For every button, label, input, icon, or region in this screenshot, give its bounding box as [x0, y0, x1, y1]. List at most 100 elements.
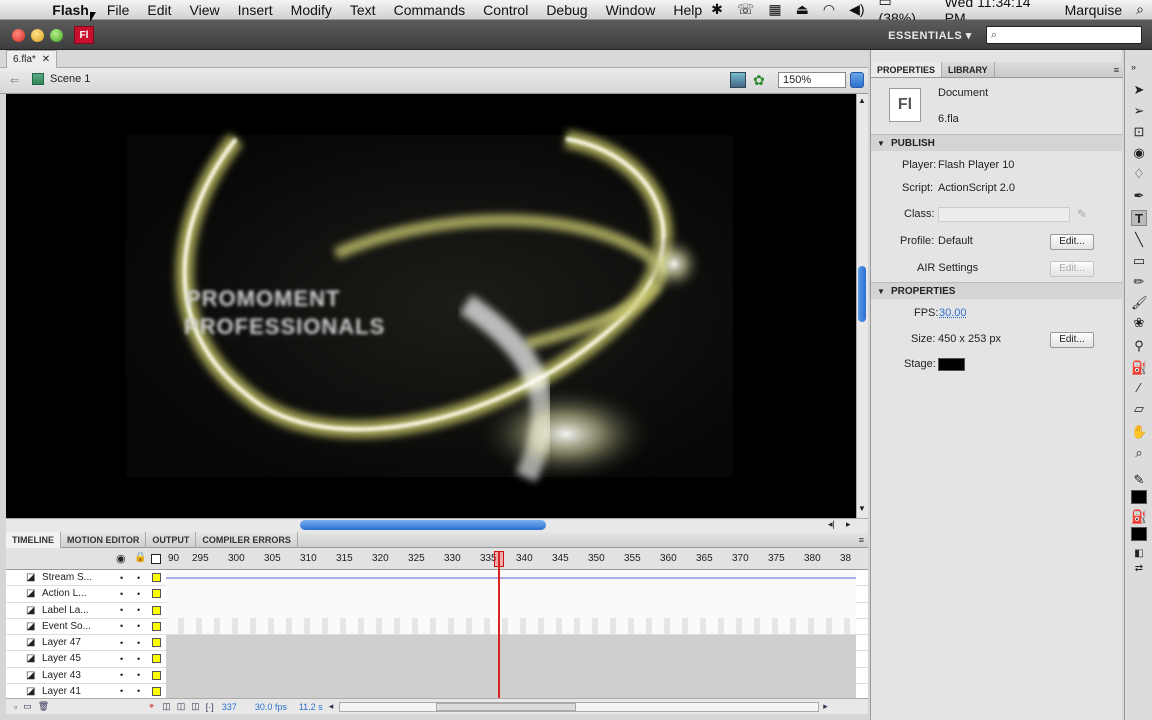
- tab-timeline[interactable]: TIMELINE: [6, 531, 61, 548]
- layer-row[interactable]: ◪ Label La... • •: [6, 602, 868, 619]
- outline-color-swatch[interactable]: [152, 686, 161, 696]
- menu-text[interactable]: Text: [341, 2, 385, 18]
- layer-name[interactable]: Event So...: [42, 621, 91, 632]
- menu-help[interactable]: Help: [664, 2, 711, 18]
- lock-dot[interactable]: •: [137, 573, 140, 583]
- close-tab-icon[interactable]: ✕: [42, 54, 50, 65]
- layer-name[interactable]: Layer 43: [42, 670, 81, 681]
- size-edit-button[interactable]: Edit...: [1050, 332, 1094, 348]
- scroll-left-icon[interactable]: ◂|: [828, 519, 835, 530]
- eyedropper-icon[interactable]: ⁄: [1131, 380, 1147, 396]
- stage-area[interactable]: PROMOMENT PROFESSIONALS: [6, 94, 856, 518]
- scroll-down-icon[interactable]: ▼: [858, 504, 866, 513]
- layer-frames[interactable]: [166, 618, 856, 635]
- current-frame[interactable]: 337: [222, 702, 237, 712]
- selection-icon[interactable]: ➤: [1131, 82, 1147, 98]
- layer-name[interactable]: Stream S...: [42, 572, 92, 583]
- layer-row[interactable]: ◪ Layer 43 • •: [6, 667, 868, 684]
- properties-section-header[interactable]: ▼ PROPERTIES: [871, 282, 1123, 299]
- eraser-icon[interactable]: ▱: [1131, 401, 1147, 417]
- layer-frames[interactable]: [166, 667, 856, 684]
- deco-icon[interactable]: ❀: [1131, 315, 1147, 331]
- layer-name[interactable]: Layer 41: [42, 686, 81, 697]
- wifi-icon[interactable]: ◠: [823, 1, 835, 18]
- lock-dot[interactable]: •: [137, 670, 140, 680]
- menu-modify[interactable]: Modify: [282, 2, 341, 18]
- menu-file[interactable]: File: [98, 2, 139, 18]
- phone-icon[interactable]: ☏: [737, 1, 755, 18]
- layer-frames[interactable]: [166, 650, 856, 667]
- show-hide-all-icon[interactable]: ◉: [116, 552, 126, 565]
- lock-dot[interactable]: •: [137, 686, 140, 696]
- layer-name[interactable]: Layer 45: [42, 653, 81, 664]
- edit-class-pencil-icon[interactable]: ✎: [1077, 207, 1087, 221]
- layer-frames[interactable]: [166, 683, 856, 700]
- layer-frames[interactable]: [166, 602, 856, 619]
- menu-view[interactable]: View: [181, 2, 229, 18]
- tab-library[interactable]: LIBRARY: [942, 62, 995, 77]
- fill-color-swatch[interactable]: [1131, 527, 1147, 541]
- zoom-dropdown-button[interactable]: [850, 72, 864, 88]
- zoom-icon[interactable]: ⌕: [1131, 445, 1147, 461]
- timeline-horizontal-scrollbar[interactable]: [339, 701, 820, 712]
- swap-colors-icon[interactable]: ⇄: [1131, 561, 1147, 577]
- frame-rate[interactable]: 30.0 fps: [255, 702, 287, 712]
- stage-vertical-scroll-thumb[interactable]: [858, 266, 866, 322]
- menu-edit[interactable]: Edit: [138, 2, 180, 18]
- pen-icon[interactable]: ✒: [1131, 188, 1147, 204]
- panel-menu-icon[interactable]: »: [1131, 62, 1136, 72]
- app-grid-icon[interactable]: ▦: [768, 1, 781, 18]
- text-icon[interactable]: T: [1131, 210, 1147, 226]
- timeline-scroll-thumb[interactable]: [436, 702, 577, 711]
- line-icon[interactable]: ╲: [1131, 232, 1147, 248]
- visibility-dot[interactable]: •: [120, 621, 123, 631]
- help-search-input[interactable]: ⌕: [986, 26, 1142, 44]
- layer-row[interactable]: ◪ Layer 45 • •: [6, 650, 868, 668]
- close-window-button[interactable]: [12, 29, 25, 42]
- tab-output[interactable]: OUTPUT: [146, 531, 197, 548]
- stage-horizontal-scroll-thumb[interactable]: [300, 520, 546, 530]
- center-frame-icon[interactable]: ⌖: [149, 701, 154, 712]
- menu-window[interactable]: Window: [597, 2, 665, 18]
- layer-frames[interactable]: [166, 569, 856, 586]
- layer-frames[interactable]: [166, 634, 856, 651]
- black-white-icon[interactable]: ◧: [1131, 546, 1147, 562]
- fps-value[interactable]: 30.00: [939, 307, 1152, 319]
- new-layer-icon[interactable]: ▫: [14, 702, 17, 712]
- menu-debug[interactable]: Debug: [537, 2, 596, 18]
- new-folder-icon[interactable]: ▭: [23, 701, 32, 712]
- profile-edit-button[interactable]: Edit...: [1050, 234, 1094, 250]
- subselection-icon[interactable]: ➢: [1131, 103, 1147, 119]
- layer-name[interactable]: Label La...: [42, 605, 89, 616]
- back-arrow-icon[interactable]: ⇐: [10, 74, 19, 87]
- visibility-dot[interactable]: •: [120, 589, 123, 599]
- outline-color-swatch[interactable]: [152, 670, 161, 680]
- stage-color-swatch[interactable]: [938, 358, 965, 371]
- rectangle-icon[interactable]: ▭: [1131, 253, 1147, 269]
- layer-row[interactable]: ◪ Action L... • •: [6, 585, 868, 603]
- layer-row[interactable]: ◪ Stream S... • •: [6, 569, 868, 587]
- layer-frames[interactable]: [166, 585, 856, 602]
- spotlight-search-icon[interactable]: ⌕: [1136, 1, 1144, 18]
- delete-layer-icon[interactable]: 🗑: [38, 701, 49, 712]
- bone-icon[interactable]: ⚲: [1131, 338, 1147, 354]
- scroll-up-icon[interactable]: ▲: [858, 96, 866, 105]
- modify-markers-icon[interactable]: [·]: [206, 702, 214, 712]
- hand-icon[interactable]: ✋: [1131, 424, 1147, 440]
- onion-outlines-icon[interactable]: ◫: [177, 701, 186, 712]
- brush-icon[interactable]: 🖌: [1131, 295, 1148, 311]
- lock-dot[interactable]: •: [137, 589, 140, 599]
- visibility-dot[interactable]: •: [120, 638, 123, 648]
- minimize-window-button[interactable]: [31, 29, 44, 42]
- visibility-dot[interactable]: •: [120, 605, 123, 615]
- panel-menu-icon[interactable]: ≡: [859, 535, 868, 545]
- lasso-icon[interactable]: ♢: [1131, 166, 1147, 182]
- panel-menu-icon[interactable]: ≡: [1114, 62, 1123, 77]
- publish-section-header[interactable]: ▼ PUBLISH: [871, 134, 1123, 151]
- outline-all-icon[interactable]: [151, 554, 161, 564]
- visibility-dot[interactable]: •: [120, 686, 123, 696]
- workspace-switcher[interactable]: ESSENTIALS ▾: [884, 26, 976, 44]
- tab-compiler-errors[interactable]: COMPILER ERRORS: [196, 531, 298, 548]
- air-settings-edit-button[interactable]: Edit...: [1050, 261, 1094, 277]
- document-tab[interactable]: 6.fla* ✕: [6, 50, 58, 68]
